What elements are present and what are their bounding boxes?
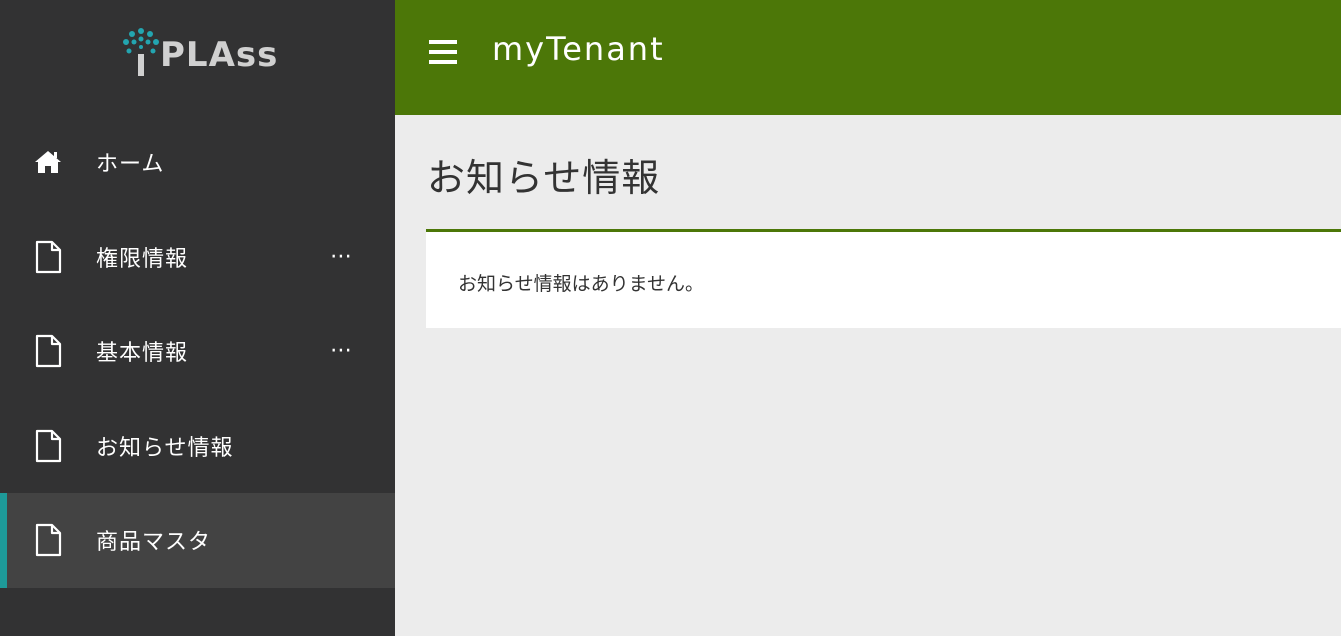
document-icon <box>35 524 62 557</box>
header-bar: myTenant <box>395 0 1341 115</box>
document-icon <box>35 240 62 273</box>
document-icon <box>35 429 62 462</box>
more-options-icon[interactable]: ⋯ <box>330 245 354 268</box>
sidebar-item-label: 権限情報 <box>96 246 189 272</box>
logo-mark-icon <box>123 28 159 76</box>
page-title: お知らせ情報 <box>427 156 661 200</box>
sidebar-item-label: お知らせ情報 <box>96 435 234 461</box>
home-icon <box>35 151 61 174</box>
sidebar-item-notices[interactable]: お知らせ情報 <box>0 399 395 494</box>
notice-panel: お知らせ情報はありません。 <box>426 229 1341 328</box>
sidebar-item-label: ホーム <box>96 152 165 178</box>
sidebar: PLAss ホーム 権限情報 ⋯ 基本情報 ⋯ お知らせ情報 商品マスタ <box>0 0 395 636</box>
tenant-name: myTenant <box>492 30 665 68</box>
sidebar-item-basic-info[interactable]: 基本情報 ⋯ <box>0 304 395 399</box>
empty-notice-message: お知らせ情報はありません。 <box>458 273 705 295</box>
sidebar-item-label: 基本情報 <box>96 341 189 367</box>
sidebar-item-home[interactable]: ホーム <box>0 115 395 210</box>
sidebar-item-permissions[interactable]: 権限情報 ⋯ <box>0 210 395 305</box>
more-options-icon[interactable]: ⋯ <box>330 340 354 362</box>
logo-text: PLAss <box>160 35 279 75</box>
sidebar-item-product-master[interactable]: 商品マスタ <box>0 493 395 588</box>
document-icon <box>35 335 62 368</box>
hamburger-icon[interactable] <box>429 40 457 64</box>
sidebar-item-label: 商品マスタ <box>96 530 212 556</box>
sidebar-nav: ホーム 権限情報 ⋯ 基本情報 ⋯ お知らせ情報 商品マスタ <box>0 115 395 588</box>
brand-logo[interactable]: PLAss <box>0 0 395 115</box>
